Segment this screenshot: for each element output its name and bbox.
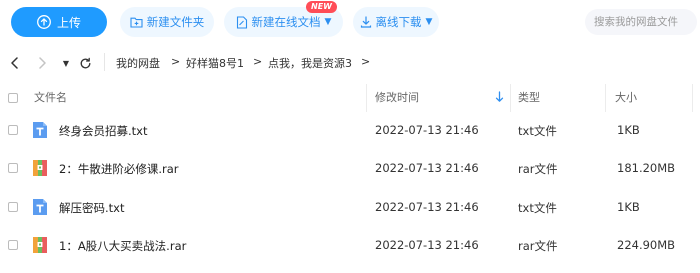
document-edit-icon	[236, 15, 248, 29]
file-modified-time: 2022-07-13 21:46	[375, 200, 479, 214]
file-size: 1KB	[617, 123, 640, 137]
new-folder-label: 新建文件夹	[146, 15, 205, 29]
file-type: rar文件	[518, 239, 558, 253]
folder-plus-icon	[130, 16, 143, 28]
column-header-modified[interactable]: 修改时间	[375, 84, 419, 112]
txt-file-icon	[32, 198, 48, 219]
chevron-down-icon: ▼	[425, 17, 433, 27]
chevron-down-icon: ▼	[324, 17, 332, 27]
column-header-type[interactable]: 类型	[518, 84, 540, 112]
sort-desc-icon[interactable]	[495, 91, 504, 103]
column-divider	[366, 84, 367, 112]
history-dropdown-icon[interactable]: ▼	[60, 54, 72, 72]
row-checkbox[interactable]	[8, 202, 18, 212]
file-type: txt文件	[518, 124, 557, 138]
file-type: txt文件	[518, 201, 557, 215]
file-name[interactable]: 终身会员招募.txt	[59, 123, 147, 139]
breadcrumb-separator: >	[253, 55, 263, 68]
column-divider	[510, 84, 511, 112]
column-divider	[692, 84, 693, 112]
new-online-doc-label: 新建在线文档	[251, 15, 321, 29]
forward-arrow-icon[interactable]	[34, 54, 50, 72]
refresh-icon[interactable]	[76, 54, 94, 72]
offline-download-label: 离线下载	[375, 15, 422, 29]
breadcrumb-item-root[interactable]: 我的网盘	[116, 55, 160, 71]
row-checkbox[interactable]	[8, 125, 18, 135]
file-modified-time: 2022-07-13 21:46	[375, 123, 479, 137]
file-table-header	[0, 84, 700, 112]
nav-divider	[104, 53, 105, 71]
file-size: 1KB	[617, 200, 640, 214]
file-modified-time: 2022-07-13 21:46	[375, 161, 479, 175]
download-icon	[360, 16, 372, 28]
offline-download-button[interactable]: 离线下载 ▼	[353, 7, 439, 37]
select-all-checkbox[interactable]	[8, 93, 18, 103]
toolbar: 上传 新建文件夹 新建在线文档 ▼ NEW 离线下载 ▼	[0, 0, 700, 46]
breadcrumb-separator: >	[361, 55, 371, 68]
new-folder-button[interactable]: 新建文件夹	[120, 7, 214, 37]
upload-icon	[37, 15, 51, 29]
rar-file-icon	[32, 236, 48, 257]
breadcrumb-separator: >	[171, 55, 181, 68]
file-size: 181.20MB	[617, 161, 676, 175]
txt-file-icon	[32, 121, 48, 142]
column-header-name[interactable]: 文件名	[34, 84, 67, 112]
file-type: rar文件	[518, 162, 558, 176]
breadcrumb-item-current[interactable]: 点我，我是资源3	[268, 55, 352, 71]
search-input[interactable]	[585, 9, 697, 35]
file-name[interactable]: 2：牛散进阶必修课.rar	[59, 161, 178, 177]
rar-file-icon	[32, 159, 48, 180]
column-divider	[605, 84, 606, 112]
row-checkbox[interactable]	[8, 240, 18, 250]
back-arrow-icon[interactable]	[6, 54, 22, 72]
upload-label: 上传	[56, 15, 81, 30]
new-badge: NEW	[306, 1, 337, 13]
file-name[interactable]: 解压密码.txt	[59, 200, 124, 216]
row-checkbox[interactable]	[8, 163, 18, 173]
breadcrumb-item-folder[interactable]: 好样猫8号1	[186, 55, 244, 71]
file-size: 224.90MB	[617, 238, 676, 252]
file-name[interactable]: 1：A股八大买卖战法.rar	[59, 238, 186, 254]
column-header-size[interactable]: 大小	[615, 84, 637, 112]
upload-button[interactable]: 上传	[11, 7, 107, 37]
file-modified-time: 2022-07-13 21:46	[375, 238, 479, 252]
